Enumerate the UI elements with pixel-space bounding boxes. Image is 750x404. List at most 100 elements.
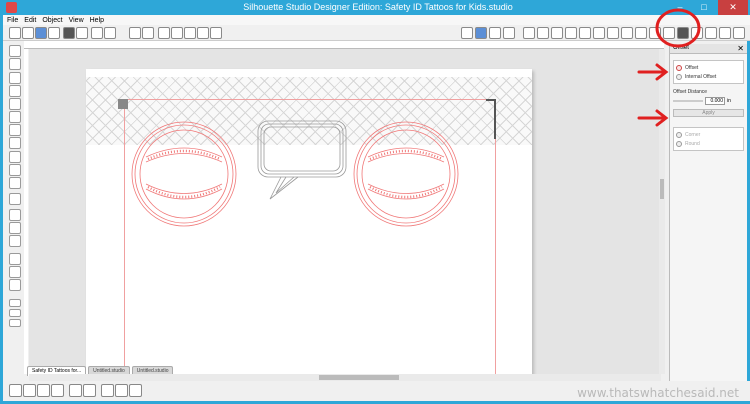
ellipse-tool-icon[interactable]	[9, 137, 21, 149]
menu-help[interactable]: Help	[90, 17, 104, 24]
delete-icon[interactable]	[83, 384, 96, 397]
rounded-rect-tool-icon[interactable]	[9, 124, 21, 136]
cut-icon[interactable]	[91, 27, 103, 39]
new-file-icon[interactable]	[9, 27, 21, 39]
ungroup-icon[interactable]	[23, 384, 36, 397]
fullscreen-icon[interactable]	[719, 27, 731, 39]
offset-distance-slider[interactable]	[673, 100, 703, 102]
compound-icon[interactable]	[37, 384, 50, 397]
page-setup-icon[interactable]	[461, 27, 473, 39]
round-option[interactable]: Round	[676, 139, 741, 148]
horizontal-scrollbar[interactable]	[29, 374, 661, 381]
eraser-icon[interactable]	[649, 27, 661, 39]
polygon-tool-icon[interactable]	[9, 85, 21, 97]
cut-settings-icon[interactable]	[503, 27, 515, 39]
menu-bar: File Edit Object View Help	[3, 15, 750, 25]
corner-option[interactable]: Corner	[676, 130, 741, 139]
layers-icon[interactable]	[691, 27, 703, 39]
send-to-cutter-icon[interactable]	[76, 27, 88, 39]
watermark: www.thatswhatchesaid.net	[577, 386, 739, 400]
apply-button[interactable]: Apply	[673, 109, 744, 117]
release-compound-icon[interactable]	[51, 384, 64, 397]
curve-tool-icon[interactable]	[9, 98, 21, 110]
modify-icon[interactable]	[607, 27, 619, 39]
select-tool-icon[interactable]	[9, 45, 21, 57]
knife-tool-icon[interactable]	[9, 222, 21, 234]
minimize-button[interactable]: –	[669, 0, 691, 15]
vertical-scrollbar[interactable]	[659, 49, 665, 374]
text-style-icon[interactable]	[565, 27, 577, 39]
pan-icon[interactable]	[197, 27, 209, 39]
send-back-icon[interactable]	[115, 384, 128, 397]
offset-panel-close-icon[interactable]: ✕	[737, 44, 744, 53]
settings-icon[interactable]	[733, 27, 745, 39]
menu-object[interactable]: Object	[42, 17, 62, 24]
view-mode-icon[interactable]	[9, 266, 21, 278]
line-tool-icon[interactable]	[9, 72, 21, 84]
transform-icon[interactable]	[579, 27, 591, 39]
maximize-button[interactable]: □	[693, 0, 715, 15]
design-canvas[interactable]	[29, 49, 661, 374]
redo-icon[interactable]	[142, 27, 154, 39]
zoom-select-icon[interactable]	[184, 27, 196, 39]
bring-forward-icon[interactable]	[129, 384, 142, 397]
eraser-tool-icon[interactable]	[9, 209, 21, 221]
offset-panel: Offset ✕ Offset Internal Offset Offset D…	[669, 44, 747, 381]
round-option-label: Round	[685, 140, 700, 147]
trace-icon[interactable]	[621, 27, 633, 39]
knife-icon[interactable]	[635, 27, 647, 39]
undo-icon[interactable]	[129, 27, 141, 39]
fit-page-icon[interactable]	[210, 27, 222, 39]
freehand-tool-icon[interactable]	[9, 177, 21, 189]
title-bar: Silhouette Studio Designer Edition: Safe…	[3, 0, 750, 15]
library-icon[interactable]	[48, 27, 60, 39]
offset-option[interactable]: Offset	[676, 63, 741, 72]
store-icon[interactable]	[663, 27, 675, 39]
nav-up-icon[interactable]	[9, 299, 21, 307]
point-edit-icon[interactable]	[9, 58, 21, 70]
grid-icon[interactable]	[475, 27, 487, 39]
speech-bubble[interactable]	[257, 120, 347, 200]
baseball-right[interactable]	[353, 121, 459, 227]
menu-edit[interactable]: Edit	[24, 17, 36, 24]
copy-icon[interactable]	[104, 27, 116, 39]
pencil-icon[interactable]	[705, 27, 717, 39]
horizontal-scroll-thumb[interactable]	[319, 375, 399, 380]
replicate-icon[interactable]	[593, 27, 605, 39]
duplicate-icon[interactable]	[69, 384, 82, 397]
internal-offset-icon	[676, 73, 682, 80]
fill-color-icon[interactable]	[523, 27, 535, 39]
nav-down-icon[interactable]	[9, 319, 21, 327]
zoom-in-icon[interactable]	[158, 27, 170, 39]
design-shapes[interactable]	[86, 69, 532, 374]
nav-middle-icon[interactable]	[9, 309, 21, 317]
print-icon[interactable]	[63, 27, 75, 39]
internal-offset-label: Internal Offset	[685, 73, 717, 80]
online-store-icon[interactable]	[9, 279, 21, 291]
fill-tool-icon[interactable]	[9, 235, 21, 247]
polygon-shape-icon[interactable]	[9, 164, 21, 176]
library-tool-icon[interactable]	[9, 253, 21, 265]
offset-distance-input[interactable]: 0.000	[705, 97, 725, 105]
menu-file[interactable]: File	[7, 17, 18, 24]
open-file-icon[interactable]	[22, 27, 34, 39]
vertical-scroll-thumb[interactable]	[660, 179, 664, 199]
arc-tool-icon[interactable]	[9, 151, 21, 163]
internal-offset-option[interactable]: Internal Offset	[676, 72, 741, 81]
close-button[interactable]: ✕	[718, 0, 748, 15]
group-icon[interactable]	[9, 384, 22, 397]
registration-icon[interactable]	[489, 27, 501, 39]
offset-distance-row: 0.000 in	[673, 97, 744, 105]
offset-option-icon	[676, 64, 682, 71]
line-color-icon[interactable]	[537, 27, 549, 39]
zoom-out-icon[interactable]	[171, 27, 183, 39]
baseball-left[interactable]	[131, 121, 237, 227]
rectangle-tool-icon[interactable]	[9, 111, 21, 123]
app-window: Silhouette Studio Designer Edition: Safe…	[0, 0, 750, 404]
save-icon[interactable]	[35, 27, 47, 39]
menu-view[interactable]: View	[69, 17, 84, 24]
text-tool-icon[interactable]	[9, 193, 21, 205]
offset-icon[interactable]	[677, 27, 689, 39]
bring-front-icon[interactable]	[101, 384, 114, 397]
line-style-icon[interactable]	[551, 27, 563, 39]
